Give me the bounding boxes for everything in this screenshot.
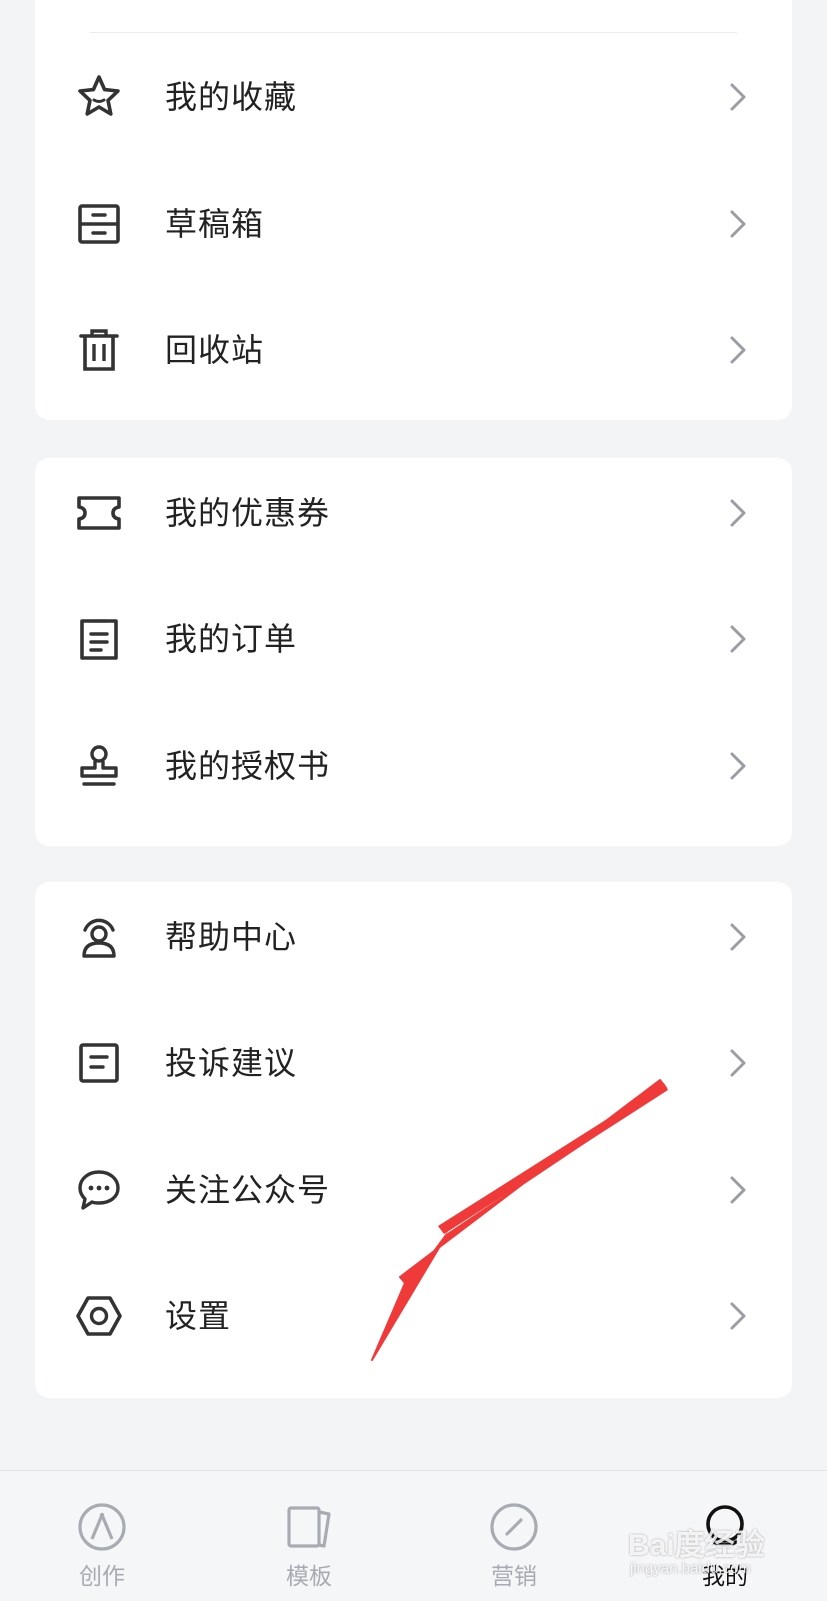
trash-icon (71, 326, 127, 374)
menu-card-support: 帮助中心 投诉建议 关注公众号 设置 (35, 882, 792, 1398)
tab-template[interactable]: 模板 (229, 1471, 389, 1601)
menu-item-label: 帮助中心 (165, 918, 298, 956)
menu-item-recycle-bin[interactable]: 回收站 (35, 295, 792, 405)
menu-item-coupons[interactable]: 我的优惠券 (35, 458, 792, 568)
tab-label: 营销 (491, 1564, 537, 1590)
chevron-right-icon (720, 919, 756, 955)
marketing-compass-icon (488, 1501, 540, 1553)
support-agent-icon (71, 913, 127, 961)
menu-item-authorization[interactable]: 我的授权书 (35, 711, 792, 821)
template-icon (283, 1501, 335, 1553)
chevron-right-icon (720, 1298, 756, 1334)
feedback-icon (71, 1039, 127, 1087)
menu-item-settings[interactable]: 设置 (35, 1261, 792, 1371)
menu-item-feedback[interactable]: 投诉建议 (35, 1008, 792, 1118)
top-divider (90, 32, 737, 33)
tab-label: 我的 (702, 1564, 748, 1590)
menu-item-help-center[interactable]: 帮助中心 (35, 882, 792, 992)
profile-icon (699, 1501, 751, 1553)
chat-bubble-icon (71, 1166, 127, 1214)
menu-item-favorites[interactable]: 我的收藏 (35, 42, 792, 152)
tab-label: 模板 (286, 1564, 332, 1590)
menu-item-label: 回收站 (165, 331, 265, 369)
menu-item-label: 我的优惠券 (165, 494, 331, 532)
settings-hexagon-icon (71, 1292, 127, 1340)
tab-label: 创作 (79, 1564, 125, 1590)
menu-item-label: 我的收藏 (165, 78, 298, 116)
chevron-right-icon (720, 332, 756, 368)
menu-item-label: 我的订单 (165, 620, 298, 658)
ticket-icon (71, 489, 127, 537)
stamp-icon (71, 742, 127, 790)
menu-card-content: 我的收藏 草稿箱 回收站 (35, 0, 792, 420)
menu-item-label: 关注公众号 (165, 1171, 331, 1209)
chevron-right-icon (720, 206, 756, 242)
menu-item-label: 设置 (165, 1297, 232, 1335)
drawer-icon (71, 200, 127, 248)
chevron-right-icon (720, 79, 756, 115)
chevron-right-icon (720, 1172, 756, 1208)
menu-item-label: 我的授权书 (165, 747, 331, 785)
tab-marketing[interactable]: 营销 (434, 1471, 594, 1601)
menu-item-label: 投诉建议 (165, 1044, 298, 1082)
chevron-right-icon (720, 621, 756, 657)
tab-mine[interactable]: 我的 (645, 1471, 805, 1601)
bottom-tab-bar: 创作 模板 营销 我的 (0, 1470, 827, 1601)
compass-pen-icon (76, 1501, 128, 1553)
chevron-right-icon (720, 748, 756, 784)
chevron-right-icon (720, 1045, 756, 1081)
star-icon (71, 73, 127, 121)
tab-create[interactable]: 创作 (22, 1471, 182, 1601)
menu-item-label: 草稿箱 (165, 205, 265, 243)
chevron-right-icon (720, 495, 756, 531)
menu-card-commerce: 我的优惠券 我的订单 我的授权书 (35, 458, 792, 846)
menu-item-follow-account[interactable]: 关注公众号 (35, 1135, 792, 1245)
menu-item-drafts[interactable]: 草稿箱 (35, 169, 792, 279)
menu-item-orders[interactable]: 我的订单 (35, 584, 792, 694)
order-list-icon (71, 615, 127, 663)
